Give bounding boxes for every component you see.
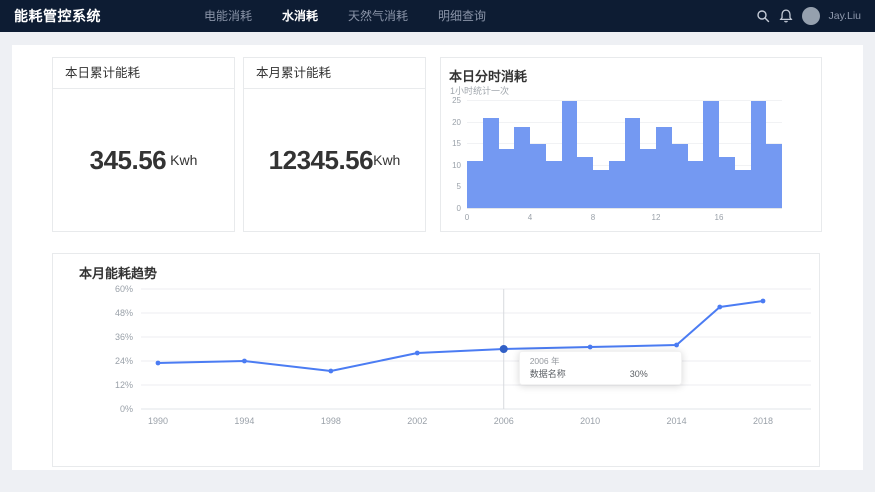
bar-series xyxy=(467,101,782,209)
trend-ytick-label: 12% xyxy=(93,381,133,390)
bar-hour-9[interactable] xyxy=(609,161,625,209)
bar-chart-xtick-label: 16 xyxy=(715,214,724,222)
nav-item-4[interactable]: 明细查询 xyxy=(423,0,501,32)
bar-hour-15[interactable] xyxy=(703,101,719,209)
bar-chart-xtick-label: 12 xyxy=(652,214,661,222)
nav-item-3[interactable]: 天然气消耗 xyxy=(333,0,423,32)
bar-hour-3[interactable] xyxy=(514,127,530,209)
trend-ytick-label: 0% xyxy=(93,405,133,414)
bar-hour-14[interactable] xyxy=(688,161,704,209)
bar-chart-ytick-label: 0 xyxy=(457,205,461,213)
bar-hour-4[interactable] xyxy=(530,144,546,209)
bar-hour-13[interactable] xyxy=(672,144,688,209)
content-panel: 本日累计能耗 345.56 Kwh 本月累计能耗 12345.56 Kwh 本日… xyxy=(12,45,863,470)
bar-chart-ytick-label: 5 xyxy=(457,183,461,191)
app-title: 能耗管控系统 xyxy=(14,6,101,26)
bar-hour-12[interactable] xyxy=(656,127,672,209)
trend-ytick-label: 60% xyxy=(93,285,133,294)
bar-hour-2[interactable] xyxy=(499,149,515,209)
monthly-unit: Kwh xyxy=(373,152,400,168)
trend-ytick-label: 24% xyxy=(93,357,133,366)
trend-point[interactable] xyxy=(588,345,593,350)
card-monthly-body: 12345.56 Kwh xyxy=(244,89,425,231)
monthly-value: 12345.56 xyxy=(269,145,373,176)
user-name[interactable]: Jay.Liu xyxy=(829,10,862,22)
bar-chart-ytick-label: 10 xyxy=(452,162,461,170)
trend-xtick-label: 1998 xyxy=(321,417,341,426)
bar-chart-xtick-label: 0 xyxy=(465,214,469,222)
trend-ytick-label: 36% xyxy=(93,333,133,342)
bar-hour-7[interactable] xyxy=(577,157,593,209)
bar-hour-10[interactable] xyxy=(625,118,641,209)
avatar[interactable] xyxy=(802,7,820,25)
trend-xtick-label: 1994 xyxy=(234,417,254,426)
daily-unit: Kwh xyxy=(170,152,197,168)
trend-point[interactable] xyxy=(156,361,161,366)
trend-xtick-label: 1990 xyxy=(148,417,168,426)
nav-menu: 电能消耗水消耗天然气消耗明细查询 xyxy=(189,0,501,32)
trend-point[interactable] xyxy=(415,351,420,356)
trend-point[interactable] xyxy=(242,359,247,364)
trend-xtick-label: 2018 xyxy=(753,417,773,426)
bar-chart-plot[interactable]: 05101520250481216 xyxy=(467,101,782,209)
card-daily-body: 345.56 Kwh xyxy=(53,89,234,231)
trend-chart-plot[interactable] xyxy=(141,289,811,409)
bar-hour-17[interactable] xyxy=(735,170,751,209)
bar-chart-xtick-label: 4 xyxy=(528,214,532,222)
search-icon[interactable] xyxy=(756,9,770,23)
trend-xtick-label: 2006 xyxy=(494,417,514,426)
bar-hour-0[interactable] xyxy=(467,161,483,209)
bar-hour-1[interactable] xyxy=(483,118,499,209)
bar-chart-ytick-label: 20 xyxy=(452,119,461,127)
trend-xtick-label: 2010 xyxy=(580,417,600,426)
daily-value: 345.56 xyxy=(90,145,167,176)
bar-hour-6[interactable] xyxy=(562,101,578,209)
card-daily-total: 本日累计能耗 345.56 Kwh xyxy=(52,57,235,232)
trend-point[interactable] xyxy=(717,305,722,310)
card-trend-chart: 本月能耗趋势 0% 12% 24% 36% 48% 60% 1990 1994 1998 2002… xyxy=(52,253,820,467)
card-daily-title: 本日累计能耗 xyxy=(53,58,234,89)
trend-chart-svg xyxy=(141,289,811,409)
navbar: 能耗管控系统 电能消耗水消耗天然气消耗明细查询 Jay.Liu xyxy=(0,0,875,32)
bar-chart-title: 本日分时消耗 xyxy=(449,66,527,85)
bar-hour-19[interactable] xyxy=(766,144,782,209)
trend-xtick-label: 2014 xyxy=(667,417,687,426)
trend-ytick-label: 48% xyxy=(93,309,133,318)
bar-chart-ytick-label: 15 xyxy=(452,140,461,148)
card-monthly-title: 本月累计能耗 xyxy=(244,58,425,89)
bar-hour-18[interactable] xyxy=(751,101,767,209)
trend-point[interactable] xyxy=(761,299,766,304)
trend-chart-title: 本月能耗趋势 xyxy=(79,263,157,282)
bar-chart-ytick-label: 25 xyxy=(452,97,461,105)
bar-hour-11[interactable] xyxy=(640,149,656,209)
nav-item-1[interactable]: 电能消耗 xyxy=(189,0,267,32)
bar-chart-xtick-label: 8 xyxy=(591,214,595,222)
trend-xtick-label: 2002 xyxy=(407,417,427,426)
trend-point[interactable] xyxy=(328,369,333,374)
trend-point-highlight[interactable] xyxy=(500,345,508,353)
card-hourly-chart: 本日分时消耗 1小时统计一次 05101520250481216 xyxy=(440,57,822,232)
nav-right: Jay.Liu xyxy=(756,7,862,25)
nav-item-2[interactable]: 水消耗 xyxy=(267,0,333,32)
card-monthly-total: 本月累计能耗 12345.56 Kwh xyxy=(243,57,426,232)
bar-hour-8[interactable] xyxy=(593,170,609,209)
bar-hour-16[interactable] xyxy=(719,157,735,209)
trend-point[interactable] xyxy=(674,343,679,348)
bell-icon[interactable] xyxy=(779,9,793,23)
bar-hour-5[interactable] xyxy=(546,161,562,209)
